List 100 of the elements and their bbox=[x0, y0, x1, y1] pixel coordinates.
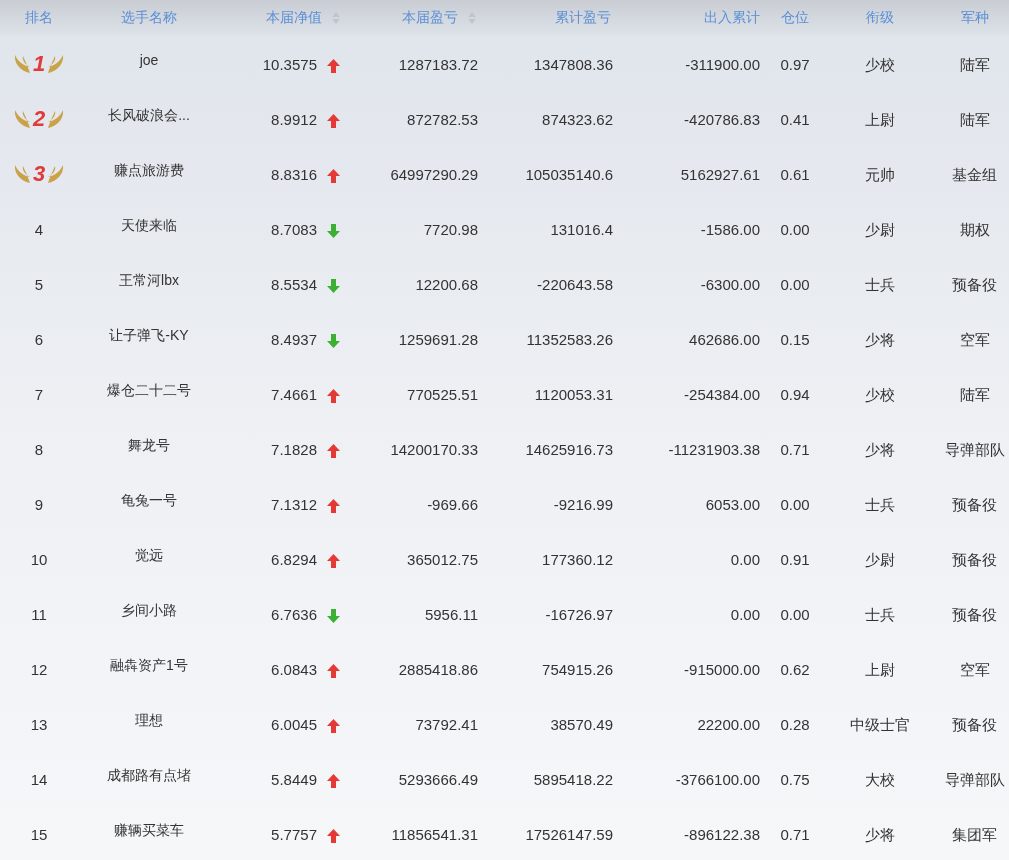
rank-title: 少校 bbox=[865, 385, 895, 406]
net-flow: -915000.00 bbox=[684, 660, 760, 681]
player-name: 觉远 bbox=[135, 546, 163, 565]
net-flow: 5162927.61 bbox=[680, 165, 760, 186]
branch-name: 空军 bbox=[959, 660, 990, 681]
position-ratio: 0.71 bbox=[780, 440, 810, 461]
net-flow: -254384.00 bbox=[684, 385, 760, 406]
rank-title: 大校 bbox=[865, 770, 895, 791]
rank-number: 5 bbox=[34, 275, 44, 296]
column-header: 排名 bbox=[25, 8, 53, 27]
branch-name: 预备役 bbox=[952, 715, 997, 736]
player-name: 乡间小路 bbox=[121, 601, 177, 620]
period-pnl: 64997290.29 bbox=[390, 165, 478, 186]
branch-name: 集团军 bbox=[952, 825, 997, 846]
net-flow: -1586.00 bbox=[700, 220, 760, 241]
net-value: 5.8449 bbox=[271, 770, 317, 791]
rank-title: 士兵 bbox=[865, 605, 895, 626]
net-flow: 22200.00 bbox=[697, 715, 760, 736]
branch-name: 期权 bbox=[959, 220, 990, 241]
player-name: 爆仓二十二号 bbox=[107, 381, 191, 400]
net-value: 7.1828 bbox=[271, 440, 317, 461]
net-flow: -311900.00 bbox=[685, 55, 760, 76]
rank-number: 11 bbox=[31, 605, 47, 626]
rank-number: 4 bbox=[34, 220, 44, 241]
rank-title: 元帅 bbox=[865, 165, 895, 186]
net-flow: -11231903.38 bbox=[668, 440, 760, 461]
column-header[interactable]: 本届盈亏 bbox=[402, 7, 458, 28]
branch-name: 预备役 bbox=[952, 550, 997, 571]
net-value: 6.0045 bbox=[271, 715, 317, 736]
branch-name: 预备役 bbox=[952, 605, 997, 626]
column-header[interactable]: 本届净值 bbox=[266, 7, 322, 28]
period-pnl: 14200170.33 bbox=[390, 440, 478, 461]
column-header: 衔级 bbox=[866, 8, 894, 27]
cumulative-pnl: 177360.12 bbox=[542, 550, 613, 571]
rank-title: 中级士官 bbox=[850, 715, 910, 736]
rank-title: 少校 bbox=[865, 55, 895, 76]
branch-name: 导弹部队 bbox=[944, 440, 1005, 461]
net-flow: 6053.00 bbox=[705, 495, 760, 516]
position-ratio: 0.41 bbox=[780, 110, 810, 131]
rank-number: 8 bbox=[34, 440, 44, 461]
position-ratio: 0.71 bbox=[780, 825, 810, 846]
rank-title: 少尉 bbox=[865, 220, 895, 241]
period-pnl: 7720.98 bbox=[423, 220, 478, 241]
net-flow: -6300.00 bbox=[700, 275, 760, 296]
position-ratio: 0.00 bbox=[780, 220, 810, 241]
position-ratio: 0.97 bbox=[780, 55, 810, 76]
cumulative-pnl: 38570.49 bbox=[550, 715, 613, 736]
rank-number: 3 bbox=[32, 162, 46, 185]
net-value: 8.4937 bbox=[271, 330, 317, 351]
player-name: joe bbox=[139, 51, 159, 70]
branch-name: 陆军 bbox=[959, 385, 990, 406]
column-header: 出入累计 bbox=[704, 8, 760, 27]
cumulative-pnl: 5895418.22 bbox=[533, 770, 613, 791]
net-value: 8.5534 bbox=[271, 275, 317, 296]
position-ratio: 0.00 bbox=[780, 605, 810, 626]
cumulative-pnl: 754915.26 bbox=[542, 660, 613, 681]
net-value: 8.8316 bbox=[271, 165, 317, 186]
rank-number: 13 bbox=[30, 715, 48, 736]
branch-name: 预备役 bbox=[952, 275, 997, 296]
player-name: 赚点旅游费 bbox=[114, 161, 184, 180]
branch-name: 基金组 bbox=[952, 165, 997, 186]
net-value: 6.8294 bbox=[271, 550, 317, 571]
cumulative-pnl: 131016.4 bbox=[550, 220, 613, 241]
position-ratio: 0.75 bbox=[780, 770, 810, 791]
period-pnl: 2885418.86 bbox=[398, 660, 478, 681]
net-flow: 462686.00 bbox=[689, 330, 760, 351]
cumulative-pnl: 874323.62 bbox=[542, 110, 613, 131]
rank-number: 14 bbox=[30, 770, 48, 791]
sort-icon[interactable] bbox=[332, 11, 340, 24]
net-flow: -3766100.00 bbox=[675, 770, 760, 791]
rank-number: 15 bbox=[30, 825, 48, 846]
net-flow: -420786.83 bbox=[684, 110, 760, 131]
rank-number: 12 bbox=[30, 660, 48, 681]
player-name: 王常河lbx bbox=[119, 271, 179, 290]
net-value: 8.7083 bbox=[271, 220, 317, 241]
branch-name: 陆军 bbox=[959, 110, 990, 131]
rank-number: 1 bbox=[32, 52, 46, 75]
branch-name: 预备役 bbox=[952, 495, 997, 516]
rank-title: 上尉 bbox=[865, 660, 895, 681]
column-header: 选手名称 bbox=[121, 8, 177, 27]
cumulative-pnl: 1347808.36 bbox=[533, 55, 613, 76]
position-ratio: 0.94 bbox=[780, 385, 810, 406]
sort-icon[interactable] bbox=[468, 11, 476, 24]
period-pnl: 12200.68 bbox=[415, 275, 478, 296]
period-pnl: 5956.11 bbox=[424, 605, 478, 626]
player-name: 成都路有点堵 bbox=[107, 766, 191, 785]
period-pnl: 73792.41 bbox=[415, 715, 478, 736]
net-value: 7.1312 bbox=[271, 495, 317, 516]
net-value: 6.7636 bbox=[271, 605, 317, 626]
period-pnl: 1287183.72 bbox=[398, 55, 478, 76]
position-ratio: 0.62 bbox=[780, 660, 810, 681]
player-name: 融犇资产1号 bbox=[110, 656, 188, 675]
rank-title: 上尉 bbox=[865, 110, 895, 131]
net-flow: -896122.38 bbox=[684, 825, 760, 846]
position-ratio: 0.00 bbox=[780, 275, 810, 296]
branch-name: 陆军 bbox=[959, 55, 990, 76]
cumulative-pnl: 1120053.31 bbox=[534, 385, 613, 406]
column-header: 仓位 bbox=[781, 8, 809, 27]
branch-name: 空军 bbox=[959, 330, 990, 351]
rank-number: 7 bbox=[34, 385, 44, 406]
